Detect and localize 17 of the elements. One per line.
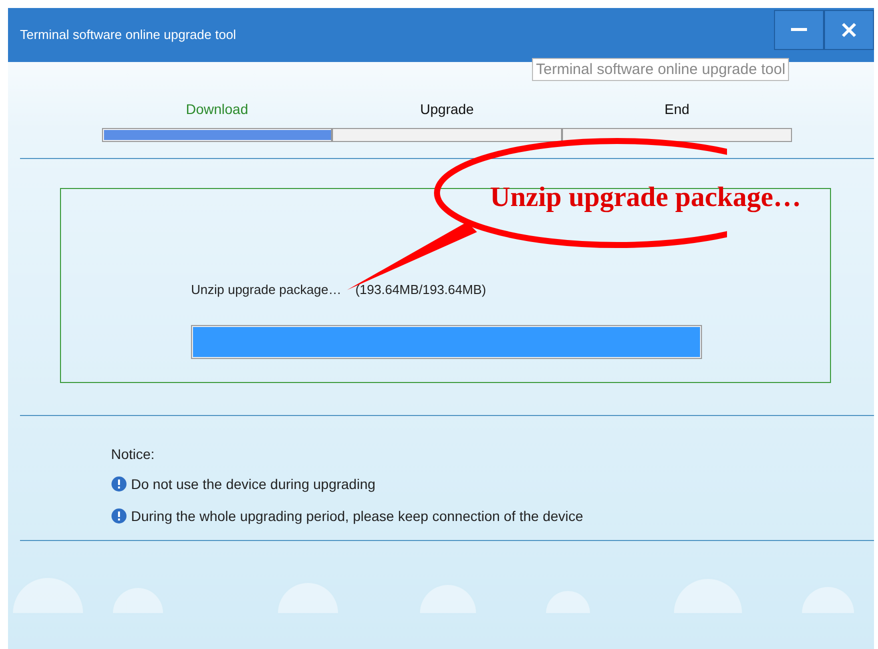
close-icon (841, 22, 857, 38)
info-icon (111, 508, 127, 524)
step-label: End (664, 100, 690, 118)
size-text: (193.64MB/193.64MB) (355, 282, 486, 297)
notice-text: During the whole upgrading period, please keep connection of the device (131, 508, 584, 524)
callout-text: Unzip upgrade package… (490, 182, 802, 214)
close-button[interactable] (824, 10, 874, 50)
window-title: Terminal software online upgrade tool (20, 27, 236, 42)
step-label: Upgrade (419, 100, 475, 118)
step-label: Download (184, 100, 250, 118)
notice-heading: Notice: (111, 446, 156, 462)
tooltip: Terminal software online upgrade tool (532, 58, 790, 81)
minimize-button[interactable] (774, 10, 824, 50)
notice-text: Do not use the device during upgrading (131, 476, 376, 492)
status-text: Unzip upgrade package… (191, 282, 342, 297)
minimize-icon (791, 28, 807, 32)
info-icon (111, 476, 127, 492)
